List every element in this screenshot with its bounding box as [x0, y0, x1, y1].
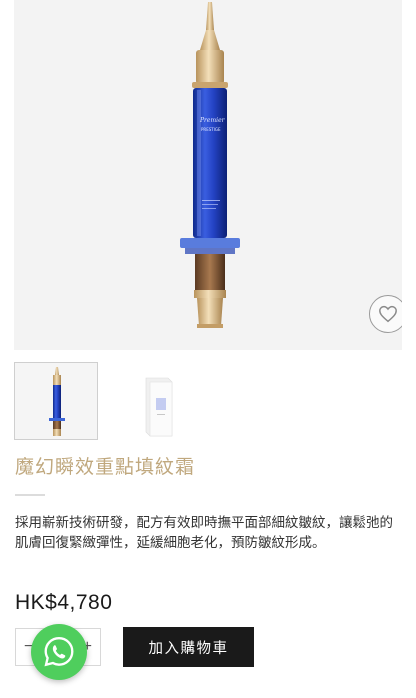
wishlist-button[interactable]	[369, 295, 402, 333]
thumbnail-bottle-image	[49, 367, 65, 436]
whatsapp-icon	[44, 637, 74, 667]
title-divider	[15, 494, 45, 496]
thumbnail-strip	[14, 362, 404, 440]
thumbnail-box[interactable]	[116, 362, 200, 440]
thumbnail-bottle[interactable]	[14, 362, 98, 440]
product-bottle-image: Premier PRESTIGE	[180, 2, 240, 328]
bottle-brand-text: Premier	[199, 117, 226, 124]
product-price: HK$4,780	[15, 591, 113, 614]
product-image-main: Premier PRESTIGE	[14, 0, 402, 350]
thumbnail-box-image	[145, 377, 173, 437]
add-to-cart-button[interactable]: 加入購物車	[123, 627, 254, 667]
heart-icon	[379, 305, 397, 323]
bottle-line-text: PRESTIGE	[201, 127, 221, 132]
whatsapp-chat-button[interactable]	[31, 624, 87, 680]
product-title: 魔幻瞬效重點填紋霜	[15, 456, 196, 478]
product-description: 採用嶄新技術研發，配方有效即時撫平面部細紋皺紋，讓鬆弛的肌膚回復緊緻彈性，延緩細…	[15, 515, 393, 551]
